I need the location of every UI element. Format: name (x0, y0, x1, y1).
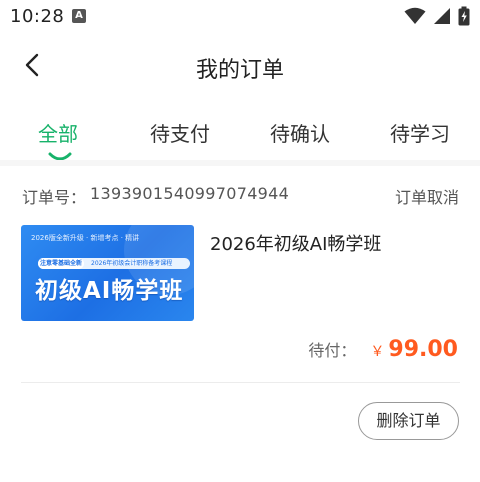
order-tabs: 全部 待支付 待确认 待学习 (0, 112, 480, 161)
tab-pending-confirmation[interactable]: 待确认 (270, 118, 330, 147)
tab-pending-payment[interactable]: 待支付 (150, 118, 210, 147)
status-bar: 10:28 A (0, 0, 480, 32)
wifi-icon (404, 7, 426, 24)
thumbnail-banner-left: 注意零基础全新 (38, 258, 84, 269)
battery-charging-icon (458, 6, 470, 26)
status-icons (404, 6, 470, 26)
thumbnail-title: 初级AI畅学班 (35, 278, 184, 304)
delete-order-button[interactable]: 删除订单 (358, 402, 459, 440)
price-label: 待付： (308, 341, 357, 360)
course-thumbnail[interactable]: 2026版全新升级 · 新增考点 · 精讲 注意零基础全新 2026年初级会计职… (21, 225, 194, 321)
status-time: 10:28 (10, 6, 65, 27)
order-header: 订单号： 1393901540997074944 订单取消 (22, 184, 459, 207)
page-title: 我的订单 (195, 58, 284, 83)
card-divider (21, 382, 460, 383)
price-currency: ￥ (370, 344, 385, 360)
header: 我的订单 (0, 36, 480, 96)
price-row: 待付： ￥ 99.00 (308, 337, 458, 365)
notification-badge-icon: A (72, 9, 86, 23)
course-name[interactable]: 2026年初级AI畅学班 (210, 230, 381, 256)
order-status-cancelled: 订单取消 (394, 188, 459, 207)
cellular-signal-icon (434, 8, 450, 24)
order-number: 1393901540997074944 (90, 184, 290, 203)
tab-all[interactable]: 全部 (38, 118, 78, 147)
tab-pending-study[interactable]: 待学习 (390, 118, 450, 147)
order-number-label: 订单号： (22, 188, 87, 207)
thumbnail-banner-right: 2026年初级会计职称备考课程 (91, 260, 173, 267)
price-value: 99.00 (388, 337, 458, 362)
tabs-divider (0, 160, 480, 166)
thumbnail-top-text: 2026版全新升级 · 新增考点 · 精讲 (31, 234, 140, 242)
